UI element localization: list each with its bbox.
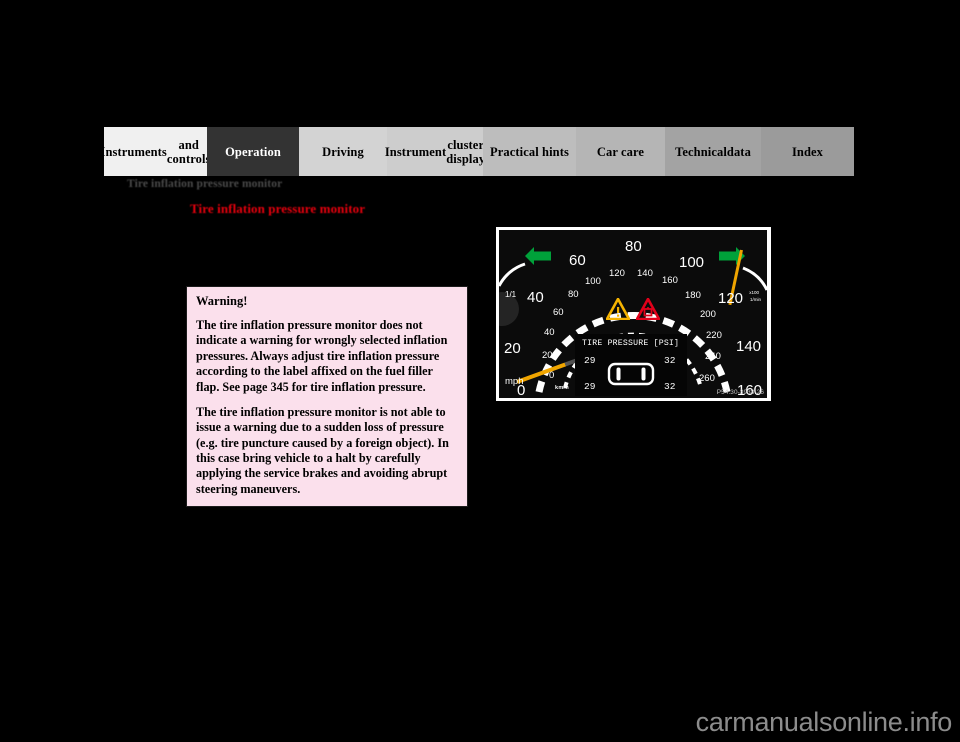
tire-pressure-front-right: 32 xyxy=(664,355,676,366)
kmh-tick-120: 120 xyxy=(609,268,625,279)
fuel-gauge-arc xyxy=(499,262,526,287)
kmh-tick-160: 160 xyxy=(662,275,678,286)
tab-label-line: Instruments xyxy=(100,144,167,159)
mph-tick-0: 0 xyxy=(517,382,526,398)
kmh-tick-60: 60 xyxy=(553,307,564,318)
left-turn-arrow-icon xyxy=(525,247,551,265)
tab-label-line: data xyxy=(726,144,751,159)
kmh-tick-40: 40 xyxy=(544,327,555,338)
tire-pressure-rear-right: 32 xyxy=(664,381,676,392)
tacho-unit-marker: 1/min xyxy=(749,297,761,302)
mph-tick-100: 100 xyxy=(679,254,705,271)
tire-pressure-rear-left: 29 xyxy=(584,381,596,392)
tab-label-line: and controls xyxy=(166,137,211,166)
tab-instrument-cluster-display[interactable]: Instrument cluster display xyxy=(384,127,486,176)
tab-label-line: Driving xyxy=(322,144,364,159)
tacho-multiplier-marker: x100 xyxy=(749,290,759,295)
kmh-tick-200: 200 xyxy=(700,309,716,320)
kmh-tick-180: 180 xyxy=(685,290,701,301)
tire-pressure-display: TIRE PRESSURE [PSI] 29 32 29 32 xyxy=(575,334,687,396)
tire-pressure-display-title: TIRE PRESSURE [PSI] xyxy=(582,339,680,348)
kmh-tick-100: 100 xyxy=(585,276,601,287)
page-sheet: Instruments and controls Operation Driving I… xyxy=(0,0,960,742)
tab-operation[interactable]: Operation xyxy=(207,127,299,176)
figure-code: P54.30-3933-26 xyxy=(716,389,764,396)
tab-label-line: Operation xyxy=(225,144,281,159)
mph-tick-80: 80 xyxy=(625,238,642,255)
kmh-tick-220: 220 xyxy=(706,330,722,341)
tab-label-line: Index xyxy=(791,144,824,159)
chapter-tab-bar: Instruments and controls Operation Driving I… xyxy=(100,127,854,176)
mph-tick-120: 120 xyxy=(718,290,744,307)
vehicle-top-view-icon xyxy=(607,362,655,386)
tab-instruments-and-controls[interactable]: Instruments and controls xyxy=(100,127,210,176)
brake-warning-icon xyxy=(636,298,660,320)
tab-label-line: Practical hints xyxy=(490,144,569,159)
mph-tick-40: 40 xyxy=(527,289,544,306)
warning-box: Warning! The tire inflation pressure mon… xyxy=(186,286,468,508)
kmh-tick-80: 80 xyxy=(568,289,579,300)
site-watermark: carmanualsonline.info xyxy=(695,707,953,737)
tab-label-line: Car care xyxy=(596,144,645,159)
tab-technical-data[interactable]: Technical data xyxy=(665,127,761,176)
kmh-tick-0: 0 xyxy=(549,370,555,381)
warning-triangle-icon xyxy=(606,298,630,320)
kmh-tick-140: 140 xyxy=(637,268,653,279)
tab-driving[interactable]: Driving xyxy=(299,127,387,176)
section-title: Tire inflation pressure monitor xyxy=(190,201,366,216)
kmh-tick-240: 240 xyxy=(705,351,721,362)
unit-label-kmh: km/h xyxy=(555,385,570,391)
warning-paragraph-2: The tire inflation pressure monitor is n… xyxy=(196,404,449,496)
warning-title: Warning! xyxy=(196,294,248,308)
warning-paragraph-1: The tire inflation pressure monitor does… xyxy=(196,318,448,394)
instrument-cluster-figure: mph km/h 1/1 x100 1/min 0 20 40 60 80 100 120 1… xyxy=(496,227,771,401)
running-head: Tire inflation pressure monitor xyxy=(127,178,283,190)
tire-pressure-front-left: 29 xyxy=(584,355,596,366)
tab-index[interactable]: Index xyxy=(761,127,854,176)
tab-label-line: Instrument xyxy=(384,144,447,159)
tab-car-care[interactable]: Car care xyxy=(576,127,665,176)
tachometer-arc xyxy=(742,266,767,291)
kmh-tick-260: 260 xyxy=(699,373,715,384)
tab-label-line: cluster display xyxy=(446,137,486,166)
kmh-tick-20: 20 xyxy=(542,350,553,361)
mph-tick-140: 140 xyxy=(736,338,762,355)
mph-tick-60: 60 xyxy=(569,252,586,269)
tab-label-line: Technical xyxy=(675,144,727,159)
mph-tick-20: 20 xyxy=(504,340,521,357)
fuel-full-marker: 1/1 xyxy=(505,290,517,299)
tab-practical-hints[interactable]: Practical hints xyxy=(483,127,576,176)
instrument-cluster: mph km/h 1/1 x100 1/min 0 20 40 60 80 100 120 1… xyxy=(499,230,767,398)
